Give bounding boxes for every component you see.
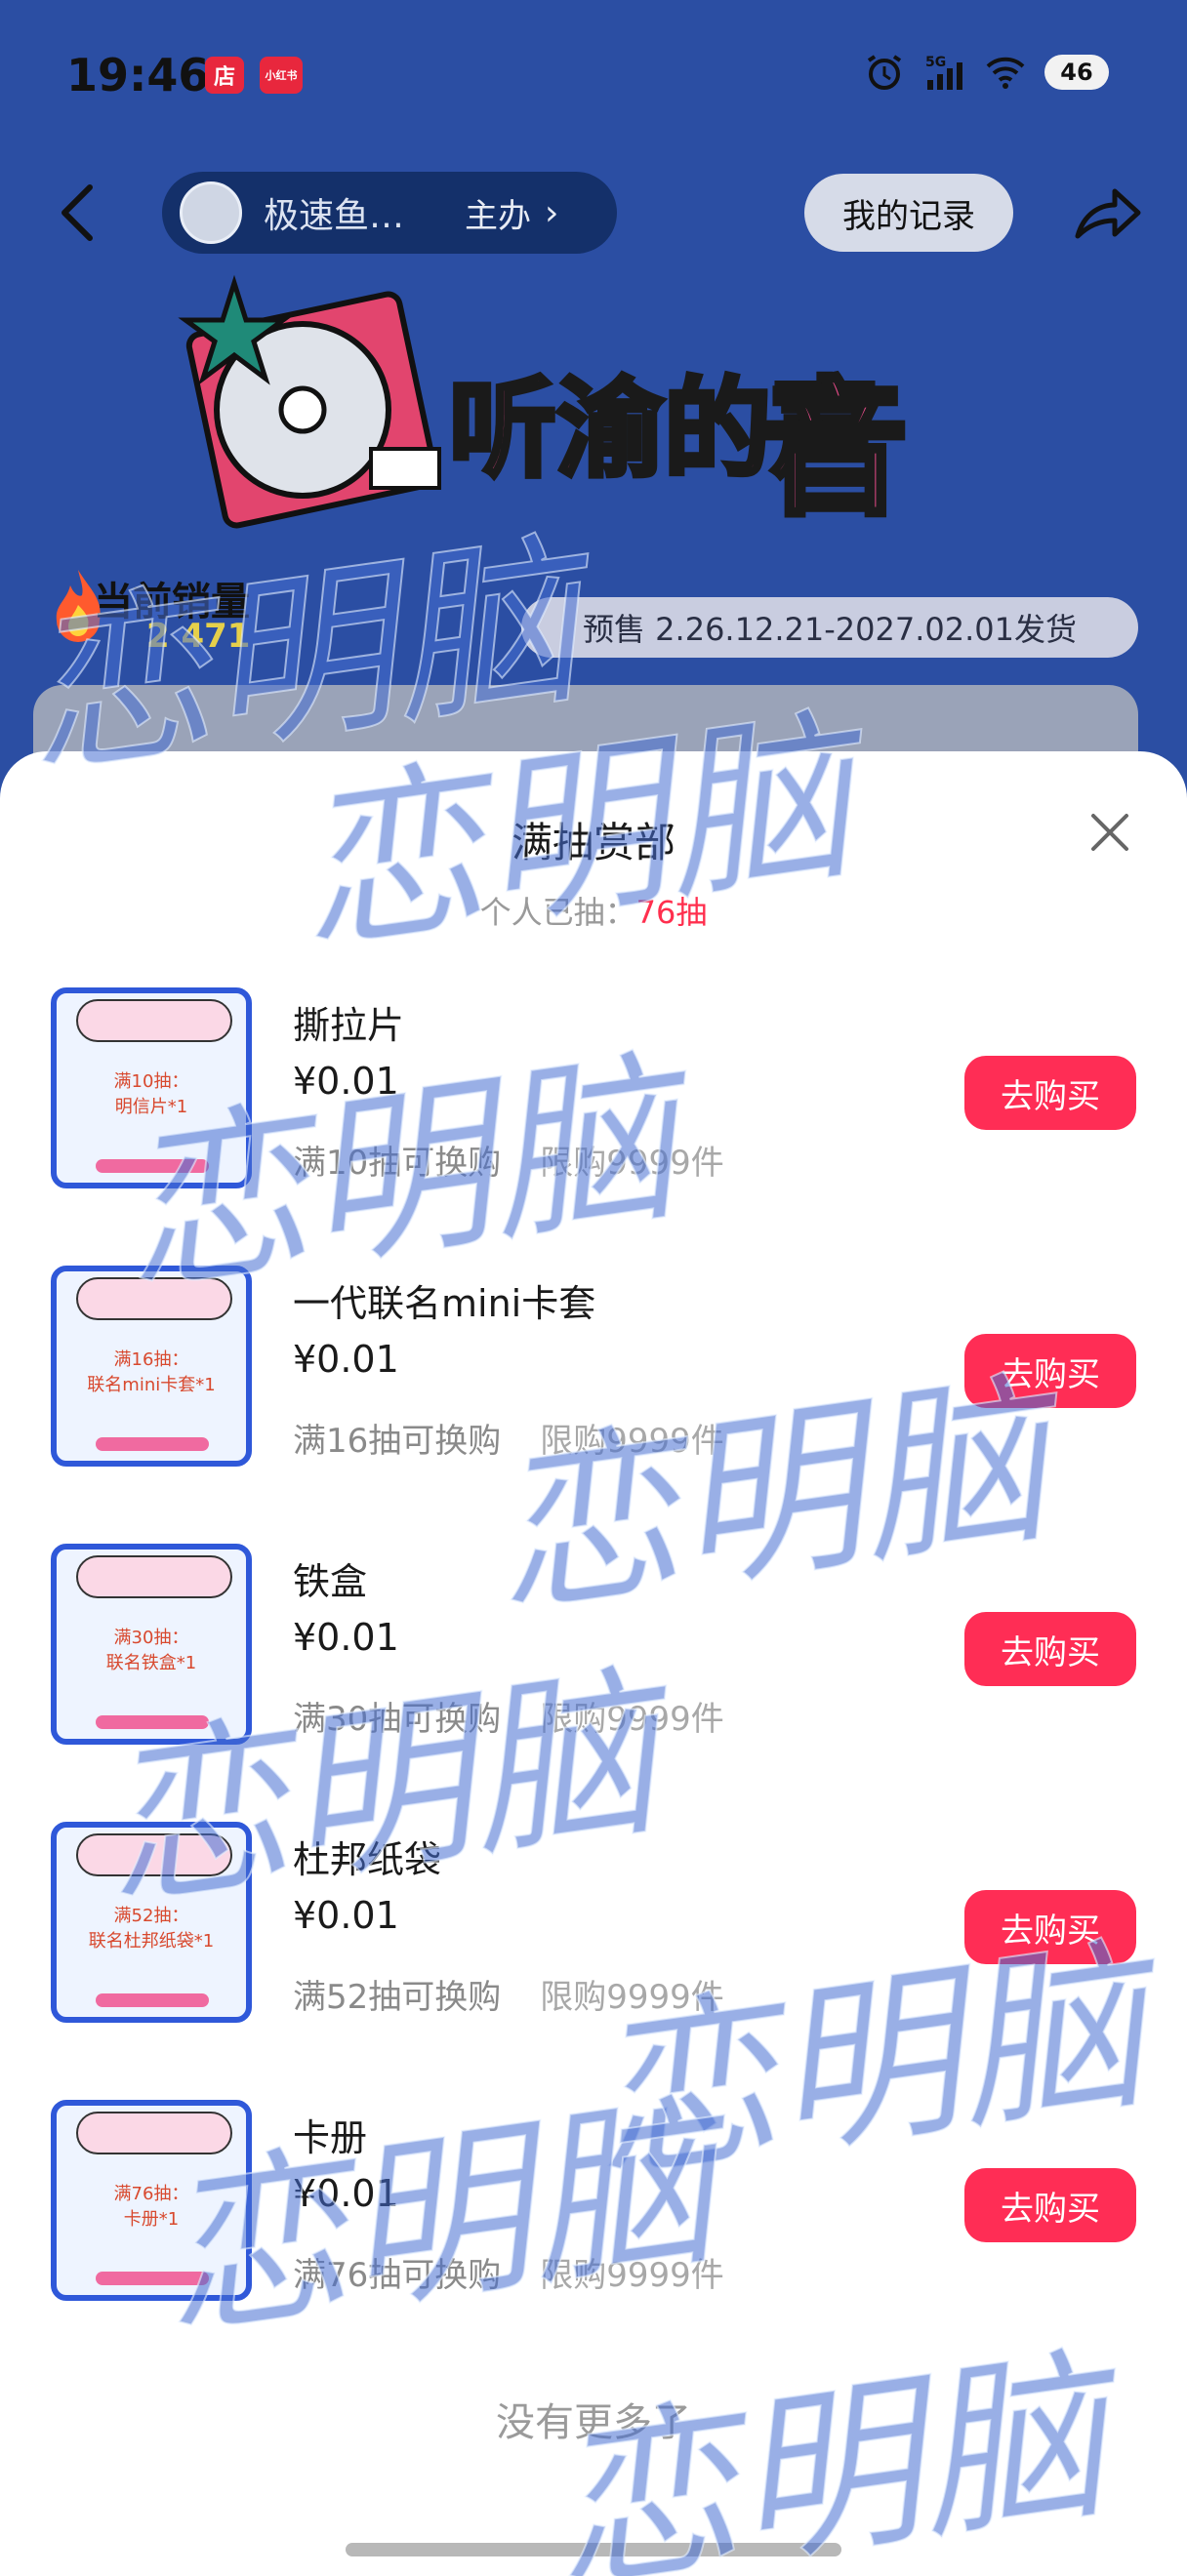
item-thumbnail: 满30抽： 联名铁盒*1: [51, 1544, 252, 1745]
item-condition: 满30抽可换购 限购9999件: [293, 1692, 724, 1740]
end-of-list-text: 没有更多了: [496, 2400, 691, 2445]
thumbnail-caption: 满52抽： 联名杜邦纸袋*1: [88, 1906, 215, 1952]
list-item: 满10抽： 明信片*1 撕拉片 ¥0.01 满10抽可换购 限购9999件 去购买: [0, 987, 1187, 1266]
item-limit: 限购9999件: [540, 1144, 724, 1183]
banner-artwork: 听渝的声 音: [156, 263, 1035, 585]
item-condition-text: 满10抽可换购: [293, 1144, 502, 1183]
item-condition: 满10抽可换购 限购9999件: [293, 1136, 724, 1184]
list-item: 满76抽： 卡册*1 卡册 ¥0.01 满76抽可换购 限购9999件 去购买: [0, 2100, 1187, 2378]
signal-5g-icon: 5G: [925, 55, 962, 90]
item-thumbnail: 满16抽： 联名mini卡套*1: [51, 1266, 252, 1467]
buy-button[interactable]: 去购买: [964, 1056, 1136, 1130]
item-name: 撕拉片: [293, 1004, 405, 1047]
item-limit: 限购9999件: [540, 2256, 724, 2295]
battery-indicator: 46: [1044, 55, 1109, 90]
my-records-button[interactable]: 我的记录: [804, 174, 1013, 252]
item-condition: 满52抽可换购 限购9999件: [293, 1970, 724, 2018]
item-condition: 满76抽可换购 限购9999件: [293, 2248, 724, 2296]
item-thumbnail: 满10抽： 明信片*1: [51, 987, 252, 1188]
chevron-right-icon: ›: [545, 192, 559, 233]
host-avatar: [180, 181, 242, 244]
list-item: 满30抽： 联名铁盒*1 铁盒 ¥0.01 满30抽可换购 限购9999件 去购买: [0, 1544, 1187, 1822]
alarm-icon: [867, 55, 902, 90]
wifi-icon: [986, 57, 1025, 89]
item-price: ¥0.01: [293, 2172, 399, 2215]
item-price: ¥0.01: [293, 1060, 399, 1103]
svg-text:5G: 5G: [925, 55, 946, 70]
host-pill[interactable]: 极速鱼… 主办 ›: [162, 172, 617, 254]
item-name: 杜邦纸袋: [293, 1838, 442, 1881]
share-icon[interactable]: [1070, 178, 1144, 248]
item-price: ¥0.01: [293, 1616, 399, 1659]
banner-title-big: 音: [758, 363, 911, 539]
item-condition-text: 满52抽可换购: [293, 1978, 502, 2017]
item-name: 铁盒: [293, 1560, 368, 1603]
list-item: 满52抽： 联名杜邦纸袋*1 杜邦纸袋 ¥0.01 满52抽可换购 限购9999件…: [0, 1822, 1187, 2100]
cd-album-illustration: [178, 274, 441, 529]
buy-button[interactable]: 去购买: [964, 1334, 1136, 1408]
thumbnail-caption: 满10抽： 明信片*1: [113, 1071, 189, 1117]
close-icon[interactable]: [1085, 808, 1134, 857]
item-name: 卡册: [293, 2116, 368, 2159]
presale-shipping-info: 预售 2.26.12.21-2027.02.01发货: [521, 597, 1138, 658]
item-condition-text: 满76抽可换购: [293, 2256, 502, 2295]
xiaohongshu-app-badge: 小红书: [260, 57, 303, 94]
status-time: 19:46: [66, 49, 210, 101]
item-name: 一代联名mini卡套: [293, 1282, 596, 1325]
host-name: 极速鱼…: [264, 196, 405, 236]
buy-button[interactable]: 去购买: [964, 1890, 1136, 1964]
activity-header: 19:46 店 小红书 5G 46 极速鱼… 主办 › 我的记录 听渝的声 音 …: [0, 0, 1187, 781]
list-item: 满16抽： 联名mini卡套*1 一代联名mini卡套 ¥0.01 满16抽可换…: [0, 1266, 1187, 1544]
item-limit: 限购9999件: [540, 1422, 724, 1461]
draw-count-label: 个人已抽：: [479, 894, 636, 931]
buy-button[interactable]: 去购买: [964, 2168, 1136, 2242]
buy-button[interactable]: 去购买: [964, 1612, 1136, 1686]
item-limit: 限购9999件: [540, 1978, 724, 2017]
item-condition: 满16抽可换购 限购9999件: [293, 1414, 724, 1462]
thumbnail-caption: 满76抽： 卡册*1: [113, 2184, 189, 2230]
draw-count-summary: 个人已抽：76抽: [0, 888, 1187, 933]
back-arrow-icon[interactable]: [51, 181, 105, 244]
thumbnail-caption: 满30抽： 联名铁盒*1: [105, 1628, 197, 1673]
item-price: ¥0.01: [293, 1338, 399, 1381]
status-bar: 19:46 店 小红书 5G 46: [0, 0, 1187, 146]
thumbnail-caption: 满16抽： 联名mini卡套*1: [87, 1349, 216, 1395]
host-tag: 主办: [465, 196, 531, 236]
sales-value: 2 471: [146, 617, 251, 656]
sheet-title: 满抽赏部: [511, 819, 675, 866]
home-indicator[interactable]: [346, 2543, 841, 2556]
draw-count-value: 76抽: [635, 894, 708, 931]
item-price: ¥0.01: [293, 1894, 399, 1937]
item-limit: 限购9999件: [540, 1700, 724, 1739]
item-condition-text: 满30抽可换购: [293, 1700, 502, 1739]
item-thumbnail: 满76抽： 卡册*1: [51, 2100, 252, 2301]
item-condition-text: 满16抽可换购: [293, 1422, 502, 1461]
shop-app-badge: 店: [205, 57, 244, 94]
redeem-sheet: 满抽赏部 个人已抽：76抽 满10抽： 明信片*1 撕拉片 ¥0.01 满10抽…: [0, 751, 1187, 2576]
item-thumbnail: 满52抽： 联名杜邦纸袋*1: [51, 1822, 252, 2023]
